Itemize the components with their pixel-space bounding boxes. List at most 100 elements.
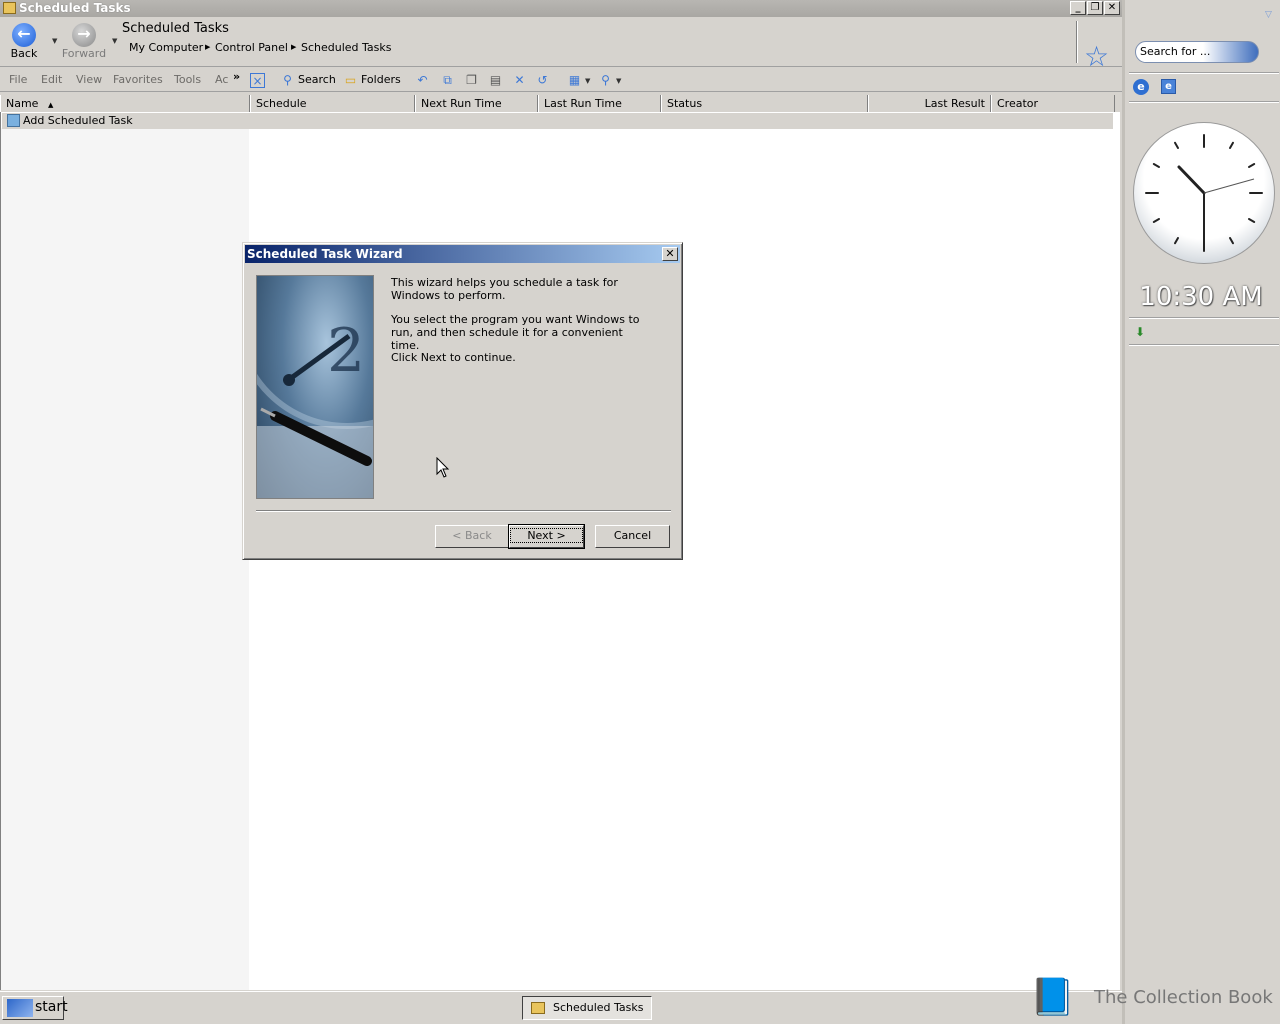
move-to-icon: ↶ [417, 72, 428, 87]
back-label: Back [10, 47, 38, 60]
wizard-next-button[interactable]: Next > [508, 524, 585, 549]
folders-button[interactable]: ▭ Folders [343, 71, 401, 89]
breadcrumb-scheduled-tasks[interactable]: Scheduled Tasks [301, 41, 392, 54]
folder-icon [531, 1002, 545, 1014]
sidebar-divider [1129, 72, 1279, 74]
start-button[interactable]: start [2, 996, 68, 1020]
copy-button[interactable]: ❐ [464, 71, 482, 89]
mouse-cursor-icon [436, 457, 450, 478]
paste-button[interactable]: ▤ [488, 71, 506, 89]
column-name[interactable]: Name ▲ [0, 95, 250, 112]
back-button[interactable]: ← Back [0, 21, 48, 65]
dialog-close-button[interactable]: ✕ [662, 247, 678, 261]
undo-button[interactable]: ↺ [535, 71, 553, 89]
forward-label: Forward [61, 47, 107, 60]
sidebar-menu-chevron-icon[interactable]: ▽ [1265, 10, 1272, 20]
column-creator[interactable]: Creator [991, 95, 1115, 112]
wizard-intro-text: This wizard helps you schedule a task fo… [391, 276, 618, 302]
desktop-sidebar: ▽ Search for ... e e 10:30 AM ⬇ [1122, 0, 1280, 1024]
column-status[interactable]: Status [661, 95, 868, 112]
name-column-pane [1, 128, 249, 990]
folders-icon: ▭ [344, 72, 357, 87]
breadcrumb-separator-icon: ▶ [205, 43, 211, 51]
menu-toolbar: File Edit View Favorites Tools Ac » × ⚲ S… [0, 68, 1122, 92]
views-button[interactable]: ▦ ▼ [567, 71, 591, 89]
wizard-clock-pen-image: 2 [256, 275, 374, 499]
wizard-cancel-button[interactable]: Cancel [595, 525, 670, 548]
wizard-description-text: You select the program you want Windows … [391, 313, 640, 352]
column-last-run-time[interactable]: Last Run Time [538, 95, 661, 112]
delete-button[interactable]: ✕ [512, 71, 530, 89]
forward-arrow-icon: → [72, 23, 96, 47]
watermark-text: The Collection Book [1094, 987, 1273, 1008]
menu-view[interactable]: View [76, 73, 102, 86]
copy-to-icon: ⧉ [443, 72, 452, 87]
zoom-button[interactable]: ⚲ ▼ [598, 71, 621, 89]
search-icon: ⚲ [283, 72, 292, 87]
windows-logo-icon [7, 999, 33, 1017]
menu-tools[interactable]: Tools [174, 73, 201, 86]
column-schedule[interactable]: Schedule [250, 95, 415, 112]
clock-pen-illustration: 2 [257, 316, 373, 498]
back-arrow-icon: ← [12, 23, 36, 47]
taskbar-item-label: Scheduled Tasks [553, 1001, 644, 1014]
breadcrumb-my-computer[interactable]: My Computer [129, 41, 203, 54]
clock-face-icon [1145, 134, 1263, 252]
row-name: Add Scheduled Task [23, 114, 133, 127]
scheduled-task-wizard-dialog: Scheduled Task Wizard ✕ 2 This wizard he… [242, 242, 683, 560]
dialog-separator [256, 510, 671, 512]
views-dropdown-icon: ▼ [585, 77, 591, 85]
navigation-bar: ← Back ▼ → Forward ▼ Scheduled Tasks My … [0, 17, 1122, 71]
restore-button[interactable]: ❐ [1087, 1, 1103, 15]
close-button[interactable]: ✕ [1104, 1, 1120, 15]
search-button[interactable]: ⚲ Search [280, 71, 336, 89]
toolbar-divider [1076, 21, 1078, 63]
menu-favorites[interactable]: Favorites [113, 73, 163, 86]
wizard-next-label: Next > [510, 528, 583, 543]
taskbar-item-scheduled-tasks[interactable]: Scheduled Tasks [522, 996, 652, 1020]
feed-icon[interactable]: ⬇ [1135, 325, 1149, 339]
sort-ascending-icon: ▲ [47, 101, 54, 109]
menu-edit[interactable]: Edit [41, 73, 62, 86]
start-label: start [35, 999, 68, 1015]
forward-dropdown-icon[interactable]: ▼ [112, 37, 117, 45]
column-name-label: Name [6, 97, 39, 110]
delete-icon: ✕ [514, 72, 525, 87]
zoom-dropdown-icon: ▼ [616, 77, 622, 85]
dialog-title: Scheduled Task Wizard [247, 247, 403, 261]
menu-overflow-icon[interactable]: » [233, 70, 240, 83]
stop-button[interactable]: × [250, 71, 268, 89]
taskbar: start Scheduled Tasks [0, 991, 1122, 1024]
digital-clock-time: 10:30 AM [1139, 282, 1263, 312]
views-icon: ▦ [568, 72, 581, 87]
location-title: Scheduled Tasks [122, 21, 229, 36]
column-last-result[interactable]: Last Result [868, 95, 991, 112]
minimize-button[interactable]: _ [1070, 1, 1086, 15]
wizard-back-button[interactable]: < Back [435, 525, 509, 548]
sidebar-search-input[interactable]: Search for ... [1135, 41, 1259, 63]
menu-file[interactable]: File [9, 73, 27, 86]
menu-action[interactable]: Ac [215, 73, 228, 86]
column-next-run-time[interactable]: Next Run Time [415, 95, 538, 112]
favorites-star-icon[interactable]: ☆ [1084, 43, 1109, 71]
search-label: Search [298, 73, 336, 86]
column-header-row: Name ▲ Schedule Next Run Time Last Run T… [0, 95, 1115, 112]
undo-icon: ↺ [537, 72, 548, 87]
paste-icon: ▤ [489, 72, 502, 87]
breadcrumb-control-panel[interactable]: Control Panel [215, 41, 288, 54]
analog-clock [1133, 122, 1275, 264]
quick-launch-icon[interactable]: e [1161, 79, 1176, 94]
copy-to-button[interactable]: ⧉ [440, 71, 458, 89]
move-to-button[interactable]: ↶ [415, 71, 433, 89]
back-dropdown-icon[interactable]: ▼ [52, 37, 57, 45]
table-row[interactable]: Add Scheduled Task [2, 113, 1113, 129]
forward-button[interactable]: → Forward [60, 21, 108, 65]
scheduled-tasks-folder-icon [3, 2, 16, 14]
magnifier-icon: ⚲ [601, 72, 610, 87]
dialog-title-bar[interactable]: Scheduled Task Wizard ✕ [245, 245, 680, 263]
window-title-bar[interactable]: Scheduled Tasks _ ❐ ✕ [0, 0, 1122, 17]
book-logo-icon: 📘 [1030, 977, 1075, 1018]
breadcrumb-separator-icon: ▶ [291, 43, 297, 51]
internet-explorer-icon[interactable]: e [1133, 79, 1149, 95]
wizard-continue-text: Click Next to continue. [391, 351, 516, 364]
